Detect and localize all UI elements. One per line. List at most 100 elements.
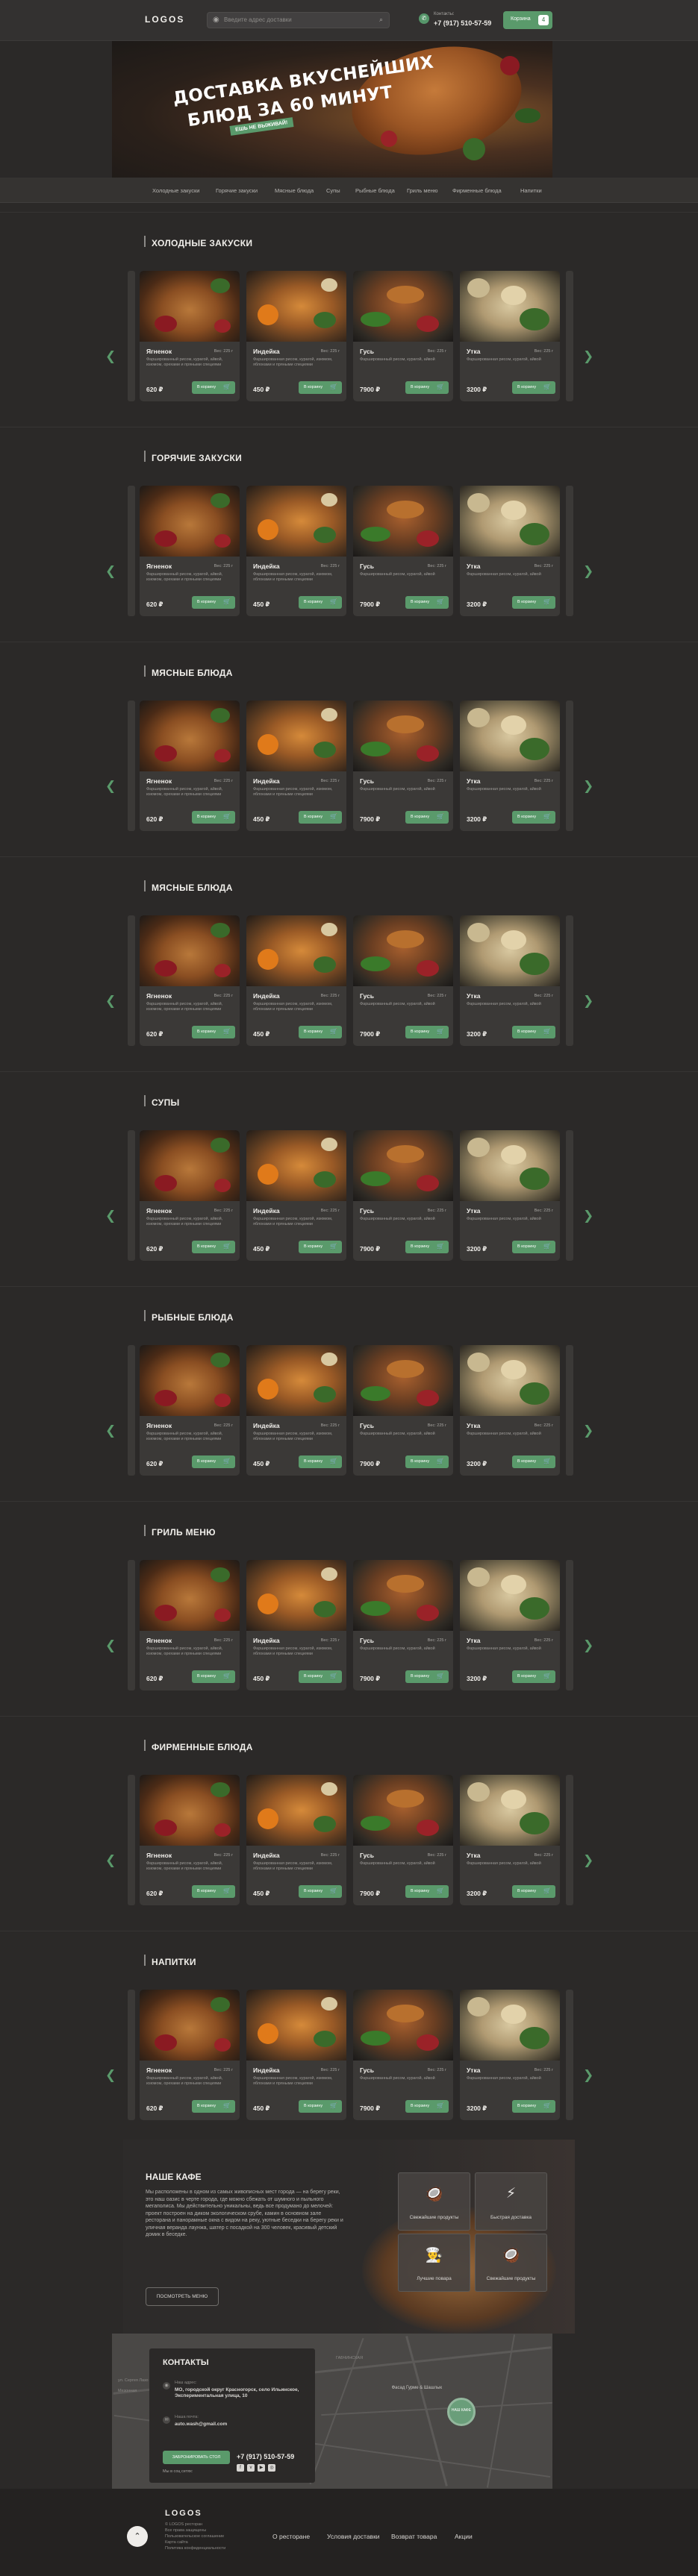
product-card[interactable]: Ягненок Вес: 225 г Фаршированный рисом, ку… [140, 701, 240, 831]
product-card[interactable]: Утка Вес: 225 г Фаршированная рисом, кураг… [460, 271, 560, 401]
carousel-prev-icon[interactable]: ❮ [105, 349, 116, 364]
add-to-cart-button[interactable]: В корзину 🛒 [512, 2100, 555, 2113]
product-card[interactable]: Ягненок Вес: 225 г Фаршированный рисом, ку… [140, 915, 240, 1046]
carousel-next-icon[interactable]: ❯ [583, 1423, 593, 1438]
product-image[interactable] [246, 701, 346, 771]
product-card[interactable]: Ягненок Вес: 225 г Фаршированный рисом, ку… [140, 486, 240, 616]
nav-item-meat[interactable]: Мясные блюда [275, 187, 314, 194]
product-card[interactable]: Гусь Вес: 225 г Фаршированный рисом, кураг… [353, 1990, 453, 2120]
product-image[interactable] [140, 486, 240, 557]
product-image[interactable] [140, 701, 240, 771]
scroll-up-icon[interactable]: ⌃ [127, 2526, 148, 2547]
add-to-cart-button[interactable]: В корзину 🛒 [299, 1885, 342, 1898]
add-to-cart-button[interactable]: В корзину 🛒 [405, 596, 449, 609]
product-image[interactable] [140, 271, 240, 342]
product-image[interactable] [460, 915, 560, 986]
product-card[interactable]: Индейка Вес: 225 г Фаршированная рисом, ку… [246, 271, 346, 401]
product-card[interactable]: Гусь Вес: 225 г Фаршированный рисом, кураг… [353, 271, 453, 401]
product-card[interactable]: Индейка Вес: 225 г Фаршированная рисом, ку… [246, 1775, 346, 1905]
map-pin[interactable]: НАШ КАФЕ [447, 2398, 476, 2426]
add-to-cart-button[interactable]: В корзину 🛒 [299, 1241, 342, 1253]
footer-link-returns[interactable]: Возврат товара [391, 2533, 437, 2540]
product-card[interactable]: Утка Вес: 225 г Фаршированная рисом, кураг… [460, 1130, 560, 1261]
footer-agreement-link[interactable]: Пользовательское соглашение [165, 2534, 224, 2539]
product-image[interactable] [460, 1560, 560, 1631]
product-card[interactable]: Утка Вес: 225 г Фаршированная рисом, кураг… [460, 701, 560, 831]
search-input[interactable]: ◉ Введите адрес доставки ⌕ [207, 12, 390, 28]
add-to-cart-button[interactable]: В корзину 🛒 [299, 1670, 342, 1683]
carousel-next-icon[interactable]: ❯ [583, 994, 593, 1009]
carousel-next-icon[interactable]: ❯ [583, 1638, 593, 1653]
product-card[interactable]: Ягненок Вес: 225 г Фаршированный рисом, ку… [140, 1560, 240, 1690]
nav-item-soups[interactable]: Супы [326, 187, 340, 194]
product-card[interactable]: Индейка Вес: 225 г Фаршированная рисом, ку… [246, 1345, 346, 1476]
product-card[interactable]: Ягненок Вес: 225 г Фаршированный рисом, ку… [140, 1130, 240, 1261]
footer-link-promos[interactable]: Акции [455, 2533, 473, 2540]
product-image[interactable] [246, 1345, 346, 1416]
add-to-cart-button[interactable]: В корзину 🛒 [512, 811, 555, 824]
nav-item-hot-starters[interactable]: Горячие закуски [216, 187, 258, 194]
add-to-cart-button[interactable]: В корзину 🛒 [192, 1455, 235, 1468]
header-phone[interactable]: +7 (917) 510-57-59 [434, 19, 491, 27]
carousel-prev-icon[interactable]: ❮ [105, 1853, 116, 1868]
add-to-cart-button[interactable]: В корзину 🛒 [192, 1670, 235, 1683]
add-to-cart-button[interactable]: В корзину 🛒 [512, 596, 555, 609]
add-to-cart-button[interactable]: В корзину 🛒 [405, 811, 449, 824]
facebook-icon[interactable]: f [237, 2464, 244, 2472]
nav-item-grill[interactable]: Гриль меню [407, 187, 437, 194]
product-card[interactable]: Ягненок Вес: 225 г Фаршированный рисом, ку… [140, 1990, 240, 2120]
add-to-cart-button[interactable]: В корзину 🛒 [192, 381, 235, 394]
instagram-icon[interactable]: ◎ [268, 2464, 275, 2472]
product-image[interactable] [140, 1345, 240, 1416]
add-to-cart-button[interactable]: В корзину 🛒 [299, 596, 342, 609]
search-icon[interactable]: ⌕ [379, 16, 383, 24]
product-card[interactable]: Гусь Вес: 225 г Фаршированный рисом, кураг… [353, 1775, 453, 1905]
product-card[interactable]: Гусь Вес: 225 г Фаршированный рисом, кураг… [353, 1130, 453, 1261]
add-to-cart-button[interactable]: В корзину 🛒 [512, 1670, 555, 1683]
product-card[interactable]: Утка Вес: 225 г Фаршированная рисом, кураг… [460, 1345, 560, 1476]
nav-item-signature[interactable]: Фирменные блюда [452, 187, 502, 194]
product-image[interactable] [460, 271, 560, 342]
product-card[interactable]: Ягненок Вес: 225 г Фаршированный рисом, ку… [140, 1345, 240, 1476]
product-image[interactable] [353, 701, 453, 771]
add-to-cart-button[interactable]: В корзину 🛒 [512, 381, 555, 394]
product-image[interactable] [246, 1990, 346, 2061]
carousel-next-icon[interactable]: ❯ [583, 1853, 593, 1868]
product-image[interactable] [246, 915, 346, 986]
product-image[interactable] [353, 271, 453, 342]
add-to-cart-button[interactable]: В корзину 🛒 [405, 1026, 449, 1038]
product-card[interactable]: Утка Вес: 225 г Фаршированная рисом, кураг… [460, 1990, 560, 2120]
product-card[interactable]: Индейка Вес: 225 г Фаршированная рисом, ку… [246, 486, 346, 616]
product-card[interactable]: Ягненок Вес: 225 г Фаршированный рисом, ку… [140, 271, 240, 401]
product-image[interactable] [246, 486, 346, 557]
product-image[interactable] [460, 1775, 560, 1846]
add-to-cart-button[interactable]: В корзину 🛒 [512, 1241, 555, 1253]
add-to-cart-button[interactable]: В корзину 🛒 [192, 811, 235, 824]
product-image[interactable] [460, 1130, 560, 1201]
add-to-cart-button[interactable]: В корзину 🛒 [192, 1026, 235, 1038]
add-to-cart-button[interactable]: В корзину 🛒 [299, 381, 342, 394]
cart-button[interactable]: Корзина 4 [503, 11, 552, 29]
vk-icon[interactable]: v [247, 2464, 255, 2472]
product-image[interactable] [460, 1990, 560, 2061]
product-image[interactable] [353, 1560, 453, 1631]
contacts-phone[interactable]: +7 (917) 510-57-59 [237, 2453, 294, 2460]
product-card[interactable]: Индейка Вес: 225 г Фаршированная рисом, ку… [246, 915, 346, 1046]
add-to-cart-button[interactable]: В корзину 🛒 [192, 1885, 235, 1898]
carousel-prev-icon[interactable]: ❮ [105, 2068, 116, 2083]
add-to-cart-button[interactable]: В корзину 🛒 [405, 1670, 449, 1683]
product-image[interactable] [460, 701, 560, 771]
product-image[interactable] [140, 1560, 240, 1631]
add-to-cart-button[interactable]: В корзину 🛒 [192, 596, 235, 609]
add-to-cart-button[interactable]: В корзину 🛒 [405, 381, 449, 394]
nav-item-drinks[interactable]: Напитки [520, 187, 542, 194]
add-to-cart-button[interactable]: В корзину 🛒 [512, 1885, 555, 1898]
product-card[interactable]: Ягненок Вес: 225 г Фаршированный рисом, ку… [140, 1775, 240, 1905]
product-image[interactable] [140, 915, 240, 986]
product-card[interactable]: Утка Вес: 225 г Фаршированная рисом, кураг… [460, 1560, 560, 1690]
nav-item-fish[interactable]: Рыбные блюда [355, 187, 395, 194]
add-to-cart-button[interactable]: В корзину 🛒 [405, 1885, 449, 1898]
email-value[interactable]: auto.wash@gmail.com [175, 2422, 227, 2427]
product-image[interactable] [246, 271, 346, 342]
product-image[interactable] [140, 1775, 240, 1846]
